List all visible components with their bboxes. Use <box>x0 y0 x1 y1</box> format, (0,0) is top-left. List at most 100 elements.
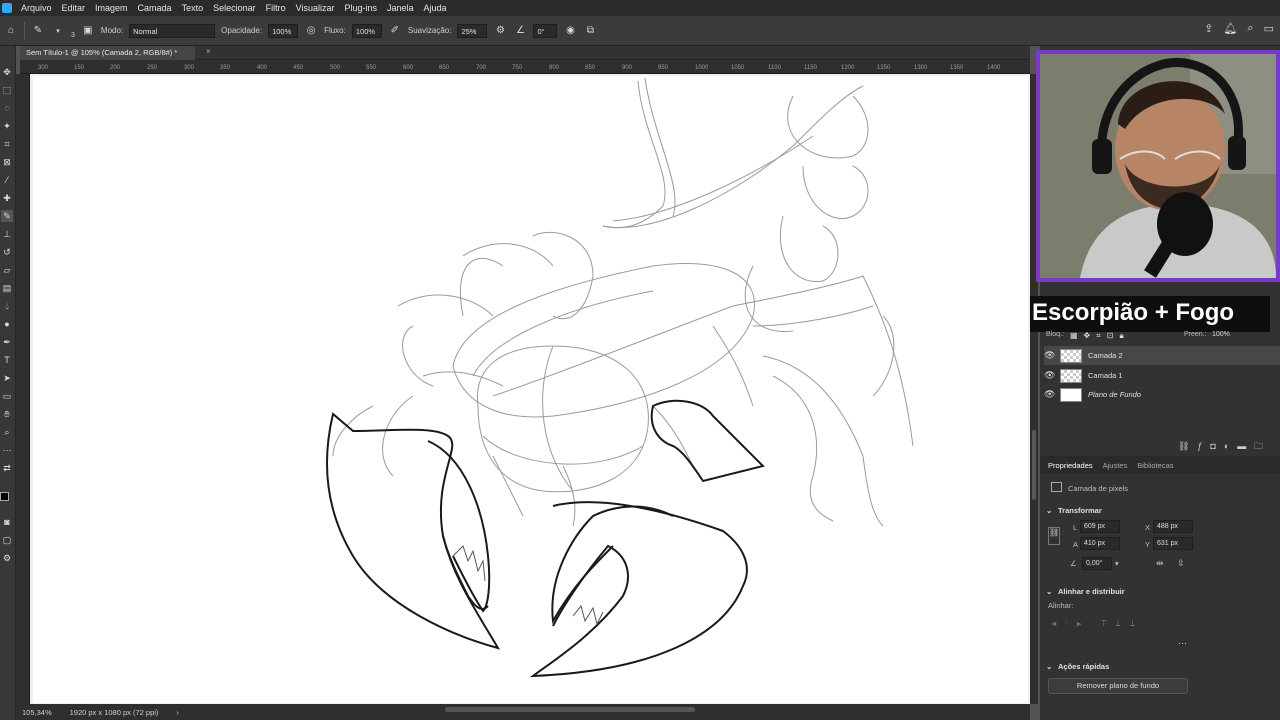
lock-icons[interactable]: ▦✥⌗⊡🔒︎ <box>1070 331 1130 341</box>
ruler-tick: 300 <box>38 65 49 71</box>
eye-icon[interactable]: 👁︎ <box>1044 389 1055 400</box>
ruler-tick: 900 <box>622 65 633 71</box>
align-chevron-icon[interactable]: ⌄ <box>1046 587 1052 596</box>
chevron-down-icon[interactable]: ▾ <box>51 24 65 38</box>
shape-tool-icon[interactable]: ▭ <box>1 390 13 402</box>
home-icon[interactable]: ⌂ <box>4 24 18 38</box>
ruler-tick: 1250 <box>877 65 891 71</box>
menu-imagem[interactable]: Imagem <box>90 3 133 13</box>
menu-texto[interactable]: Texto <box>177 3 209 13</box>
foreground-color[interactable] <box>0 492 9 501</box>
lasso-tool-icon[interactable]: ◌ <box>1 102 13 114</box>
tab-bibliotecas[interactable]: Bibliotecas <box>1137 461 1173 470</box>
move-tool-icon[interactable]: ✥ <box>1 66 13 78</box>
flow-input[interactable]: 100% <box>351 23 382 38</box>
healing-tool-icon[interactable]: ✚ <box>1 192 13 204</box>
more-tools-icon[interactable]: ⋯ <box>1 444 13 456</box>
menu-camada[interactable]: Camada <box>133 3 177 13</box>
frame-tool-icon[interactable]: ⊠ <box>1 156 13 168</box>
screen-mode-icon[interactable]: ▢ <box>1 534 13 546</box>
zoom-tool-icon[interactable]: ⌕ <box>1 426 13 438</box>
flip-vertical-icon[interactable]: ⇳ <box>1177 558 1185 569</box>
menu-ajuda[interactable]: Ajuda <box>419 3 452 13</box>
menu-visualizar[interactable]: Visualizar <box>291 3 340 13</box>
brush-tool-icon[interactable]: ✎ <box>31 24 45 38</box>
dodge-tool-icon[interactable]: ● <box>1 318 13 330</box>
remove-background-button[interactable]: Remover plano de fundo <box>1048 678 1188 694</box>
vertical-scroll-thumb[interactable] <box>1032 430 1036 500</box>
pressure-size-icon[interactable]: ◉ <box>563 24 577 38</box>
brush-settings-icon[interactable]: ▣ <box>81 24 95 38</box>
blur-tool-icon[interactable]: 💧︎ <box>1 300 13 312</box>
flip-horizontal-icon[interactable]: ⇹ <box>1156 558 1164 569</box>
stamp-tool-icon[interactable]: ⊥ <box>1 228 13 240</box>
path-select-icon[interactable]: ➤ <box>1 372 13 384</box>
y-input[interactable]: 631 px <box>1153 537 1193 550</box>
airbrush-icon[interactable]: ✐ <box>388 24 402 38</box>
menu-filtro[interactable]: Filtro <box>261 3 291 13</box>
drawing-canvas[interactable] <box>33 76 1028 703</box>
ruler-tick: 250 <box>147 65 158 71</box>
ruler-tick: 1300 <box>914 65 928 71</box>
height-input[interactable]: 410 px <box>1080 537 1120 550</box>
link-icon[interactable]: ⛓ <box>1048 527 1060 545</box>
menu-janela[interactable]: Janela <box>382 3 419 13</box>
ruler-tick: 350 <box>220 65 231 71</box>
gear-icon[interactable]: ⚙ <box>493 24 507 38</box>
eye-icon[interactable]: 👁︎ <box>1044 350 1055 361</box>
layer-row-plano-de-fundo[interactable]: 👁︎ Plano de Fundo <box>1044 385 1280 404</box>
menu-arquivo[interactable]: Arquivo <box>16 3 57 13</box>
extras-icon[interactable]: ⚙ <box>1 552 13 564</box>
pen-tool-icon[interactable]: ✒ <box>1 336 13 348</box>
ruler-vertical[interactable] <box>16 74 30 704</box>
x-input[interactable]: 488 px <box>1153 520 1193 533</box>
menu-editar[interactable]: Editar <box>57 3 91 13</box>
lock-label: Bloq.: <box>1046 331 1064 338</box>
pressure-opacity-icon[interactable]: ◎ <box>304 24 318 38</box>
transform-chevron-icon[interactable]: ⌄ <box>1046 506 1052 515</box>
status-chevron-icon[interactable]: › <box>176 708 179 717</box>
tab-propriedades[interactable]: Propriedades <box>1048 461 1093 470</box>
horizontal-scrollbar[interactable] <box>445 707 695 712</box>
menu-selecionar[interactable]: Selecionar <box>208 3 261 13</box>
swap-colors-icon[interactable]: ⇄ <box>1 462 13 474</box>
layer-row-camada-2[interactable]: 👁︎ Camada 2 <box>1044 346 1280 365</box>
bell-icon[interactable]: 🔔︎ <box>1223 22 1237 35</box>
angle-input[interactable]: 0,00° <box>1082 557 1112 570</box>
smoothing-input[interactable]: 25% <box>457 23 488 38</box>
opacity-input[interactable]: 100% <box>268 23 299 38</box>
eye-icon[interactable]: 👁︎ <box>1044 370 1055 381</box>
width-input[interactable]: 609 px <box>1080 520 1120 533</box>
workspace-icon[interactable]: ▭ <box>1264 22 1274 35</box>
menu-plugins[interactable]: Plug-ins <box>339 3 382 13</box>
brush-tool-icon[interactable]: ✎ <box>1 210 13 222</box>
crop-tool-icon[interactable]: ⌗ <box>1 138 13 150</box>
marquee-tool-icon[interactable]: ⬚ <box>1 84 13 96</box>
document-tab[interactable]: Sem Título-1 @ 105% (Camada 2, RGB/8#) * <box>20 46 195 60</box>
quick-chevron-icon[interactable]: ⌄ <box>1046 662 1052 671</box>
history-brush-icon[interactable]: ↺ <box>1 246 13 258</box>
eraser-tool-icon[interactable]: ▱ <box>1 264 13 276</box>
gradient-tool-icon[interactable]: ▤ <box>1 282 13 294</box>
layer-row-camada-1[interactable]: 👁︎ Camada 1 <box>1044 366 1280 385</box>
symmetry-icon[interactable]: ⧉ <box>583 24 597 38</box>
eyedropper-tool-icon[interactable]: ⁄ <box>1 174 13 186</box>
chevron-down-icon[interactable]: ▾ <box>1115 559 1119 568</box>
tab-ajustes[interactable]: Ajustes <box>1103 461 1128 470</box>
quick-mask-icon[interactable]: ◙ <box>1 516 13 528</box>
zoom-level[interactable]: 105,34% <box>22 708 52 717</box>
angle-input[interactable]: 0° <box>533 23 558 38</box>
ruler-horizontal[interactable]: 300 150 200 250 300 350 400 450 500 550 … <box>20 60 1030 74</box>
share-icon[interactable]: ⇪ <box>1204 22 1213 35</box>
search-icon[interactable]: ⌕ <box>1247 22 1253 35</box>
more-icon[interactable]: ⋯ <box>1178 638 1187 649</box>
type-tool-icon[interactable]: T <box>1 354 13 366</box>
align-buttons[interactable]: ⫷⫶⫸ ⊤⊥⊥ <box>1052 619 1144 629</box>
close-icon[interactable]: × <box>206 47 211 56</box>
hand-tool-icon[interactable]: ✋︎ <box>1 408 13 420</box>
mode-select[interactable]: Normal <box>129 23 216 38</box>
fill-value[interactable]: 100% <box>1212 331 1230 338</box>
fill-label: Preen.: <box>1184 331 1207 338</box>
magic-wand-tool-icon[interactable]: ✦ <box>1 120 13 132</box>
brush-size[interactable]: 3 <box>71 32 75 39</box>
